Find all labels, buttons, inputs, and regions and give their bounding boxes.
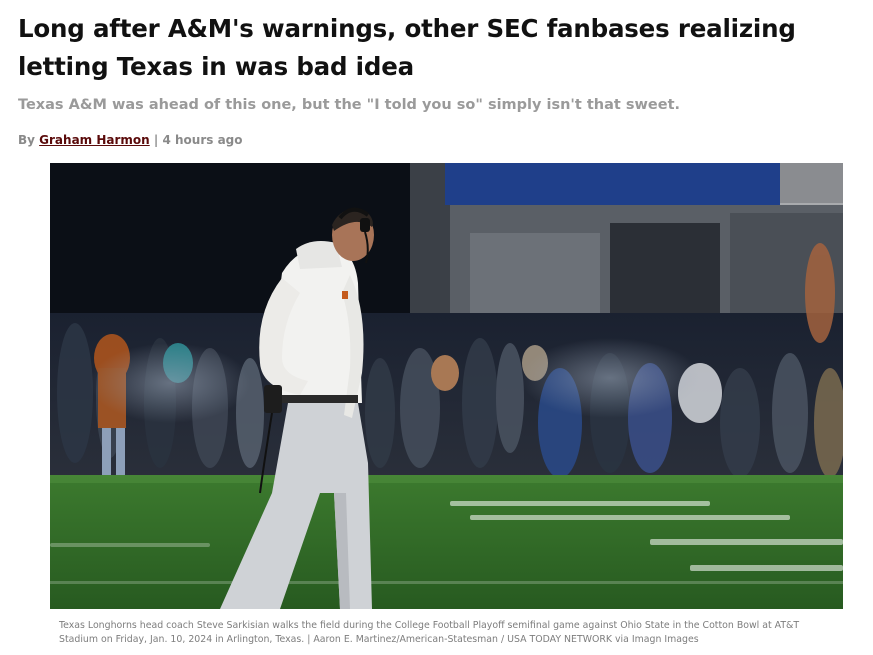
byline-prefix: By bbox=[18, 133, 35, 147]
coach-walking-field-image bbox=[50, 163, 843, 609]
article-headline: Long after A&M's warnings, other SEC fan… bbox=[18, 14, 796, 81]
article-subheadline: Texas A&M was ahead of this one, but the… bbox=[18, 97, 681, 113]
byline-separator: | bbox=[153, 133, 159, 147]
byline: By Graham Harmon | 4 hours ago bbox=[18, 131, 243, 149]
author-link[interactable]: Graham Harmon bbox=[39, 133, 150, 147]
photo-caption: Texas Longhorns head coach Steve Sarkisi… bbox=[59, 620, 800, 645]
publish-timestamp: 4 hours ago bbox=[162, 133, 243, 147]
article-hero-photo[interactable] bbox=[50, 163, 843, 609]
